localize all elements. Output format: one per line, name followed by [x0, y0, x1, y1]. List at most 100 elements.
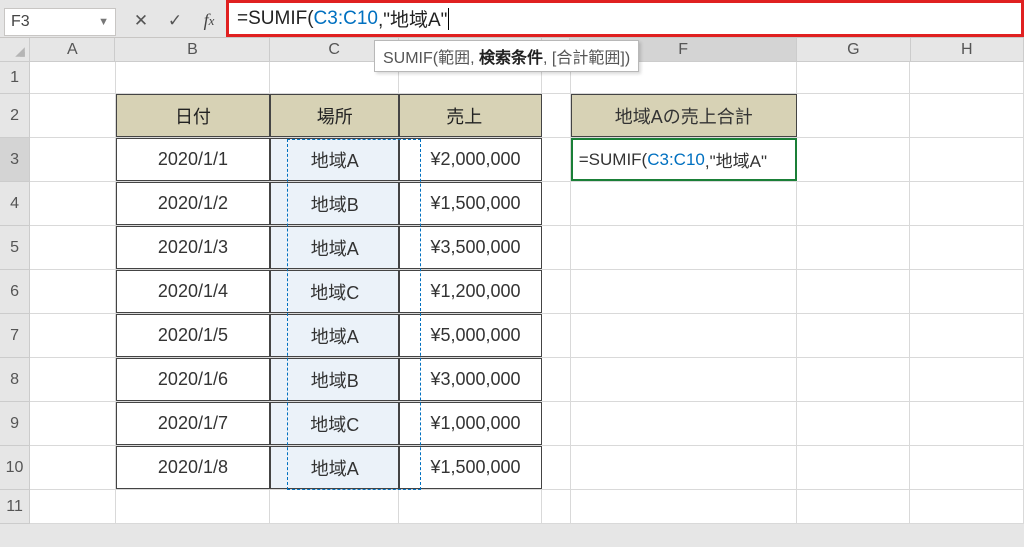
row-header-4[interactable]: 4 — [0, 182, 30, 226]
cell-F5[interactable] — [571, 226, 797, 269]
col-header-A[interactable]: A — [30, 38, 115, 61]
cell-D8[interactable]: ¥3,000,000 — [399, 358, 542, 401]
select-all-corner[interactable] — [0, 38, 30, 61]
cell-F7[interactable] — [571, 314, 797, 357]
cell-F4[interactable] — [571, 182, 797, 225]
cell-B3[interactable]: 2020/1/1 — [116, 138, 271, 181]
cell-H6[interactable] — [910, 270, 1024, 313]
cell-E4[interactable] — [542, 182, 571, 225]
col-header-H[interactable]: H — [911, 38, 1024, 61]
cell-H1[interactable] — [910, 62, 1024, 93]
accept-formula-button[interactable]: ✓ — [158, 7, 192, 35]
cell-D5[interactable]: ¥3,500,000 — [399, 226, 542, 269]
cell-F3-editing[interactable]: =SUMIF(C3:C10,"地域A" — [571, 138, 797, 181]
cell-A9[interactable] — [30, 402, 115, 445]
cell-A5[interactable] — [30, 226, 115, 269]
cell-A11[interactable] — [30, 490, 115, 523]
cell-D6[interactable]: ¥1,200,000 — [399, 270, 542, 313]
cell-H4[interactable] — [910, 182, 1024, 225]
cell-F10[interactable] — [571, 446, 797, 489]
cell-A4[interactable] — [30, 182, 115, 225]
row-header-10[interactable]: 10 — [0, 446, 30, 490]
formula-input[interactable]: =SUMIF(C3:C10,"地域A" — [226, 0, 1024, 37]
cell-G11[interactable] — [797, 490, 911, 523]
name-box[interactable]: F3 ▼ — [4, 8, 116, 36]
cell-C10[interactable]: 地域A — [270, 446, 399, 489]
cell-A2[interactable] — [30, 94, 115, 137]
cell-G10[interactable] — [797, 446, 911, 489]
cell-H3[interactable] — [910, 138, 1024, 181]
cell-A10[interactable] — [30, 446, 115, 489]
cell-H11[interactable] — [910, 490, 1024, 523]
cell-G3[interactable] — [797, 138, 911, 181]
row-header-7[interactable]: 7 — [0, 314, 30, 358]
row-header-3[interactable]: 3 — [0, 138, 30, 182]
row-header-6[interactable]: 6 — [0, 270, 30, 314]
col-header-G[interactable]: G — [797, 38, 910, 61]
cell-C5[interactable]: 地域A — [270, 226, 399, 269]
cell-B10[interactable]: 2020/1/8 — [116, 446, 271, 489]
cell-G6[interactable] — [797, 270, 911, 313]
cell-F6[interactable] — [571, 270, 797, 313]
cell-D10[interactable]: ¥1,500,000 — [399, 446, 542, 489]
cell-B11[interactable] — [116, 490, 271, 523]
cell-C3[interactable]: 地域A — [270, 138, 399, 181]
cell-E6[interactable] — [542, 270, 571, 313]
row-header-5[interactable]: 5 — [0, 226, 30, 270]
cell-E7[interactable] — [542, 314, 571, 357]
row-header-2[interactable]: 2 — [0, 94, 30, 138]
cell-B4[interactable]: 2020/1/2 — [116, 182, 271, 225]
cell-D3[interactable]: ¥2,000,000 — [399, 138, 542, 181]
cell-G7[interactable] — [797, 314, 911, 357]
cell-F8[interactable] — [571, 358, 797, 401]
cell-D4[interactable]: ¥1,500,000 — [399, 182, 542, 225]
cell-B9[interactable]: 2020/1/7 — [116, 402, 271, 445]
cell-H10[interactable] — [910, 446, 1024, 489]
row-header-8[interactable]: 8 — [0, 358, 30, 402]
cell-C8[interactable]: 地域B — [270, 358, 399, 401]
chevron-down-icon[interactable]: ▼ — [98, 16, 109, 28]
cell-G2[interactable] — [797, 94, 911, 137]
cell-C2[interactable]: 場所 — [270, 94, 399, 137]
cell-G4[interactable] — [797, 182, 911, 225]
row-header-9[interactable]: 9 — [0, 402, 30, 446]
row-header-11[interactable]: 11 — [0, 490, 30, 524]
cell-H8[interactable] — [910, 358, 1024, 401]
cell-A8[interactable] — [30, 358, 115, 401]
insert-function-button[interactable]: fx — [192, 7, 226, 35]
cell-D9[interactable]: ¥1,000,000 — [399, 402, 542, 445]
cell-G1[interactable] — [797, 62, 911, 93]
cell-A7[interactable] — [30, 314, 115, 357]
cell-E5[interactable] — [542, 226, 571, 269]
cell-F9[interactable] — [571, 402, 797, 445]
cell-D2[interactable]: 売上 — [399, 94, 542, 137]
cell-E11[interactable] — [542, 490, 571, 523]
cell-B1[interactable] — [116, 62, 271, 93]
cell-C7[interactable]: 地域A — [270, 314, 399, 357]
cell-D11[interactable] — [399, 490, 541, 523]
cell-G5[interactable] — [797, 226, 911, 269]
cell-B5[interactable]: 2020/1/3 — [116, 226, 271, 269]
cell-B8[interactable]: 2020/1/6 — [116, 358, 271, 401]
cancel-formula-button[interactable]: ✕ — [124, 7, 158, 35]
row-header-1[interactable]: 1 — [0, 62, 30, 94]
cell-A1[interactable] — [30, 62, 115, 93]
cell-G8[interactable] — [797, 358, 911, 401]
cell-E2[interactable] — [542, 94, 571, 137]
cell-B6[interactable]: 2020/1/4 — [116, 270, 271, 313]
cell-E9[interactable] — [542, 402, 571, 445]
cell-C9[interactable]: 地域C — [270, 402, 399, 445]
cell-H5[interactable] — [910, 226, 1024, 269]
cell-B7[interactable]: 2020/1/5 — [116, 314, 271, 357]
cell-E3[interactable] — [542, 138, 571, 181]
cell-H2[interactable] — [910, 94, 1024, 137]
col-header-B[interactable]: B — [115, 38, 270, 61]
cell-H9[interactable] — [910, 402, 1024, 445]
cell-G9[interactable] — [797, 402, 911, 445]
cell-E8[interactable] — [542, 358, 571, 401]
spreadsheet-grid[interactable]: A B C D E F G H SUMIF(範囲, 検索条件, [合計範囲]) … — [0, 38, 1024, 524]
cell-A6[interactable] — [30, 270, 115, 313]
cell-E10[interactable] — [542, 446, 571, 489]
cell-C4[interactable]: 地域B — [270, 182, 399, 225]
cell-F11[interactable] — [571, 490, 797, 523]
